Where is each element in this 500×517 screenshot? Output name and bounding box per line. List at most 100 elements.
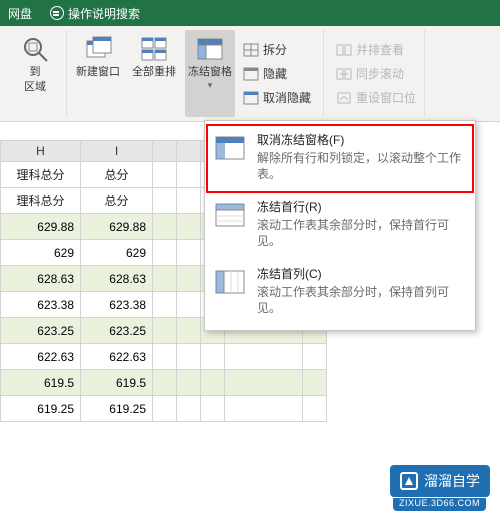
cell[interactable]: 628.63 [81,266,153,292]
cell[interactable] [153,396,177,422]
cell[interactable]: 629.88 [1,214,81,240]
cell[interactable] [177,266,201,292]
cell[interactable] [303,344,327,370]
arrange-all-button[interactable]: 全部重排 [129,30,179,117]
cell[interactable] [177,370,201,396]
ribbon: 到 区域 新建窗口 全部重排 冻结窗格 ▾ [0,26,500,122]
table-row[interactable]: 622.63622.63 [1,344,327,370]
cell[interactable] [177,292,201,318]
zoom-label-2: 区域 [24,81,46,94]
freeze-top-title: 冻结首行(R) [257,198,465,215]
freeze-first-col-item[interactable]: 冻结首列(C) 滚动工作表其余部分时，保持首列可见。 [207,259,473,326]
cell[interactable] [153,240,177,266]
reset-window-pos-button: 重设窗口位 [334,88,418,108]
cell[interactable] [201,344,225,370]
cell[interactable] [177,318,201,344]
hide-icon [243,66,259,82]
watermark-brand: 溜溜自学 [424,471,480,491]
help-search[interactable]: 操作说明搜索 [50,5,140,22]
cell[interactable]: 623.25 [81,318,153,344]
help-search-label: 操作说明搜索 [68,5,140,22]
cell[interactable]: 629 [81,240,153,266]
freeze-panes-button[interactable]: 冻结窗格 ▾ [185,30,235,117]
cell[interactable]: 总分 [81,162,153,188]
cell[interactable]: 619.25 [1,396,81,422]
cell[interactable] [201,370,225,396]
cell[interactable] [177,188,201,214]
cell[interactable]: 总分 [81,188,153,214]
cell[interactable]: 623.38 [1,292,81,318]
cell[interactable]: 629.88 [81,214,153,240]
magnifier-icon [18,34,52,64]
cell[interactable]: 623.25 [1,318,81,344]
view-side-by-side-button: 并排查看 [334,40,418,60]
freeze-first-col-desc: 滚动工作表其余部分时，保持首列可见。 [257,284,465,316]
cell[interactable] [153,188,177,214]
cell[interactable]: 628.63 [1,266,81,292]
hide-button[interactable]: 隐藏 [241,64,313,84]
cell[interactable]: 理科总分 [1,188,81,214]
zoom-label-1: 到 [30,66,41,79]
cell[interactable] [303,370,327,396]
zoom-to-selection-button[interactable]: 到 区域 [10,30,60,117]
cell[interactable]: 622.63 [1,344,81,370]
freeze-first-col-icon [213,267,247,297]
cell[interactable] [177,344,201,370]
unfreeze-icon [213,133,247,163]
cell[interactable] [225,370,303,396]
sync-scroll-label: 同步滚动 [356,65,404,82]
unfreeze-desc: 解除所有行和列锁定，以滚动整个工作表。 [257,150,465,182]
cell[interactable] [225,344,303,370]
table-row[interactable]: 619.5619.5 [1,370,327,396]
reset-pos-label: 重设窗口位 [356,89,416,106]
cell[interactable] [177,162,201,188]
titlebar-label: 网盘 [8,5,32,22]
cell[interactable] [177,396,201,422]
cell[interactable] [153,370,177,396]
unhide-button[interactable]: 取消隐藏 [241,88,313,108]
unfreeze-panes-item[interactable]: 取消冻结窗格(F) 解除所有行和列锁定，以滚动整个工作表。 [207,125,473,192]
freeze-panes-icon [193,34,227,64]
split-button[interactable]: 拆分 [241,40,313,60]
arrange-all-label: 全部重排 [132,66,176,79]
arrange-all-icon [137,34,171,64]
cell[interactable] [153,162,177,188]
col-header-blank[interactable] [177,141,201,162]
cell[interactable] [225,396,303,422]
cell[interactable] [303,396,327,422]
cell[interactable] [201,396,225,422]
cell[interactable]: 623.38 [81,292,153,318]
cell[interactable]: 619.5 [81,370,153,396]
new-window-button[interactable]: 新建窗口 [73,30,123,117]
split-label: 拆分 [263,41,287,58]
watermark-badge: 溜溜自学 [390,465,490,497]
freeze-top-row-icon [213,200,247,230]
cell[interactable]: 622.63 [81,344,153,370]
ribbon-group-window: 新建窗口 全部重排 冻结窗格 ▾ 拆分 [67,30,425,117]
cell[interactable] [177,214,201,240]
table-row[interactable]: 619.25619.25 [1,396,327,422]
cell[interactable]: 619.5 [1,370,81,396]
titlebar-item-wangpan[interactable]: 网盘 [8,5,32,22]
col-header-blank[interactable] [153,141,177,162]
split-icon [243,42,259,58]
col-header-h[interactable]: H [1,141,81,162]
cell[interactable] [177,240,201,266]
cell[interactable] [153,266,177,292]
window-small-list-1: 拆分 隐藏 取消隐藏 [241,30,313,117]
cell[interactable]: 629 [1,240,81,266]
sync-scroll-button: 同步滚动 [334,64,418,84]
col-header-i[interactable]: I [81,141,153,162]
cell[interactable]: 619.25 [81,396,153,422]
freeze-top-row-item[interactable]: 冻结首行(R) 滚动工作表其余部分时，保持首行可见。 [207,192,473,259]
new-window-icon [81,34,115,64]
cell[interactable]: 理科总分 [1,162,81,188]
new-window-label: 新建窗口 [76,66,120,79]
cell[interactable] [153,292,177,318]
ribbon-group-zoom: 到 区域 [4,30,67,117]
sync-scroll-icon [336,66,352,82]
watermark-url: ZIXUE.3D66.COM [393,498,486,511]
cell[interactable] [153,318,177,344]
cell[interactable] [153,344,177,370]
cell[interactable] [153,214,177,240]
